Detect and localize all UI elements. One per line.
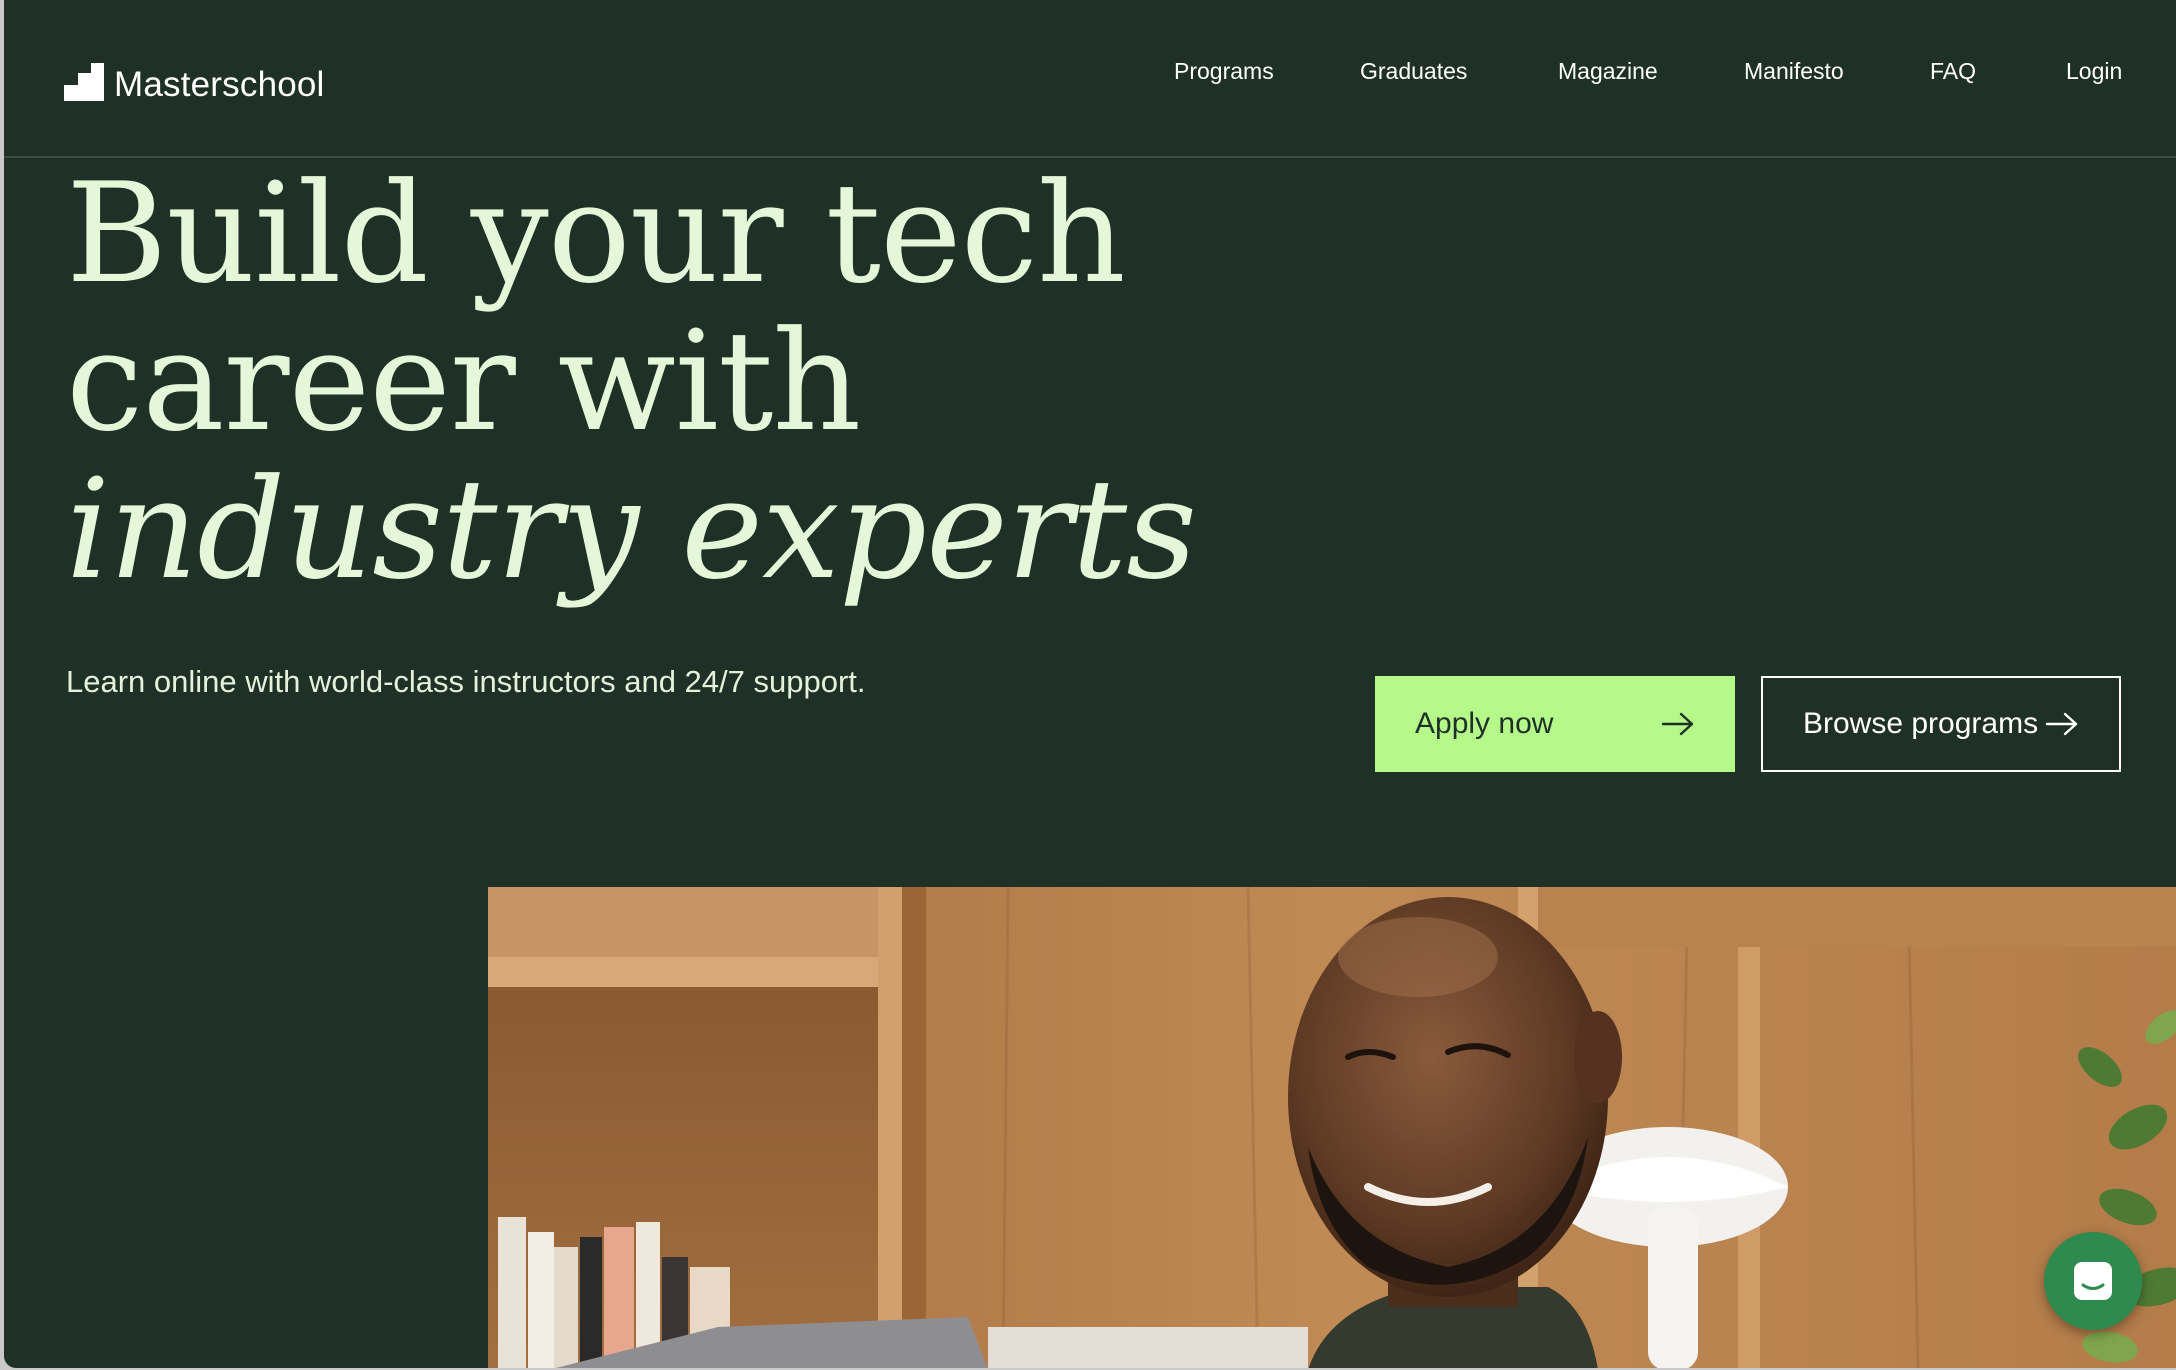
nav-item-faq[interactable]: FAQ bbox=[1930, 58, 1976, 85]
nav-item-magazine[interactable]: Magazine bbox=[1558, 58, 1658, 85]
arrow-right-icon bbox=[1661, 712, 1694, 736]
chat-icon bbox=[2074, 1262, 2112, 1300]
arrow-right-icon bbox=[2045, 712, 2078, 736]
nav-item-login[interactable]: Login bbox=[2066, 58, 2122, 85]
hero-title-line-2: career with bbox=[66, 301, 861, 462]
nav-item-manifesto[interactable]: Manifesto bbox=[1744, 58, 1844, 85]
main-nav: Programs Graduates Magazine Manifesto FA… bbox=[4, 58, 2176, 98]
browse-programs-button[interactable]: Browse programs bbox=[1761, 676, 2121, 772]
nav-item-programs[interactable]: Programs bbox=[1174, 58, 1274, 85]
hero-title: Build your tech career with industry exp… bbox=[66, 153, 1197, 610]
browse-programs-label: Browse programs bbox=[1803, 707, 2039, 740]
hero-title-line-1: Build your tech bbox=[66, 153, 1126, 314]
site-header: Masterschool Programs Graduates Magazine… bbox=[4, 0, 2176, 158]
hero-photo-illustration bbox=[488, 887, 2176, 1368]
hero-subtitle: Learn online with world-class instructor… bbox=[66, 664, 866, 699]
apply-now-button[interactable]: Apply now bbox=[1375, 676, 1735, 772]
hero-title-line-3: industry experts bbox=[66, 449, 1197, 610]
hero-photo bbox=[488, 887, 2176, 1368]
chat-launcher-button[interactable] bbox=[2044, 1232, 2142, 1330]
browser-viewport: Masterschool Programs Graduates Magazine… bbox=[4, 0, 2176, 1368]
nav-item-graduates[interactable]: Graduates bbox=[1360, 58, 1467, 85]
apply-now-label: Apply now bbox=[1415, 707, 1554, 740]
